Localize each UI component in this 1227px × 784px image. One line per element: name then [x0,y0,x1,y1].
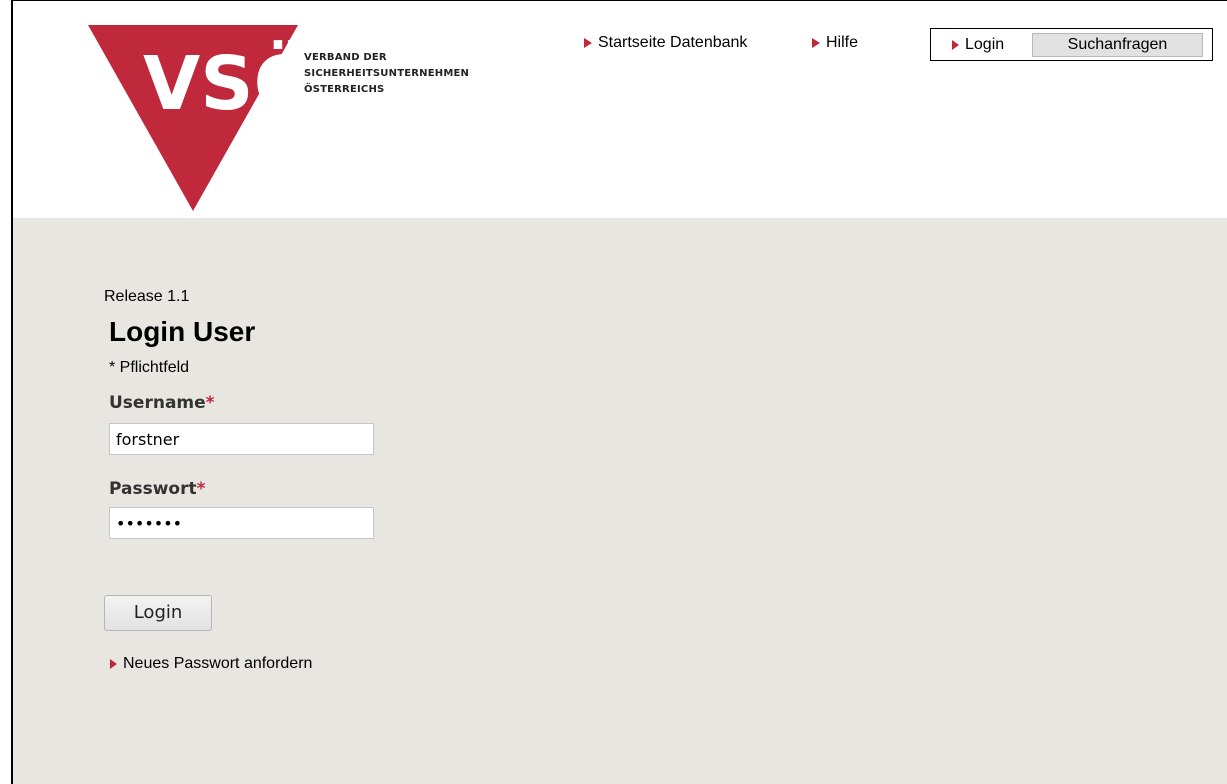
logo-letters: VSÖ [143,39,298,127]
nav-hilfe-label: Hilfe [826,34,859,51]
triangle-right-icon [812,38,820,48]
main-content: Release 1.1 Login User * Pflichtfeld Use… [13,218,1227,784]
password-label: Passwort* [109,479,206,499]
forgot-password-link[interactable]: Neues Passwort anfordern [110,655,312,673]
org-name-line-2: SICHERHEITSUNTERNEHMEN [304,68,470,79]
triangle-right-icon [584,38,592,48]
page: VSÖ VERBAND DER SICHERHEITSUNTERNEHMEN Ö… [0,0,1227,784]
vso-logo[interactable]: VSÖ [88,25,298,215]
required-field-note: * Pflichtfeld [109,359,190,376]
forgot-password-label: Neues Passwort anfordern [123,655,313,672]
required-mark: * [205,393,215,413]
password-label-text: Passwort [109,479,197,499]
nav-startseite-label: Startseite Datenbank [598,34,748,51]
nav-startseite[interactable]: Startseite Datenbank [584,34,747,52]
org-name-line-3: ÖSTERREICHS [304,84,385,95]
tab-login-label: Login [965,36,1005,53]
page-title: Login User [109,316,256,347]
triangle-right-icon [952,40,959,50]
header: VSÖ VERBAND DER SICHERHEITSUNTERNEHMEN Ö… [13,1,1227,218]
required-mark: * [196,479,206,499]
release-version: Release 1.1 [104,288,190,305]
tab-suchanfragen[interactable]: Suchanfragen [1032,33,1203,57]
nav-hilfe[interactable]: Hilfe [812,34,858,52]
password-field[interactable] [109,507,374,539]
login-button[interactable]: Login [104,595,212,631]
username-label: Username* [109,393,215,413]
username-label-text: Username [109,393,206,413]
org-name-line-1: VERBAND DER [304,52,387,63]
username-field[interactable] [109,423,374,455]
triangle-right-icon [110,659,117,669]
tab-login[interactable]: Login [952,36,1004,54]
account-tab-box: Login Suchanfragen [930,28,1213,61]
